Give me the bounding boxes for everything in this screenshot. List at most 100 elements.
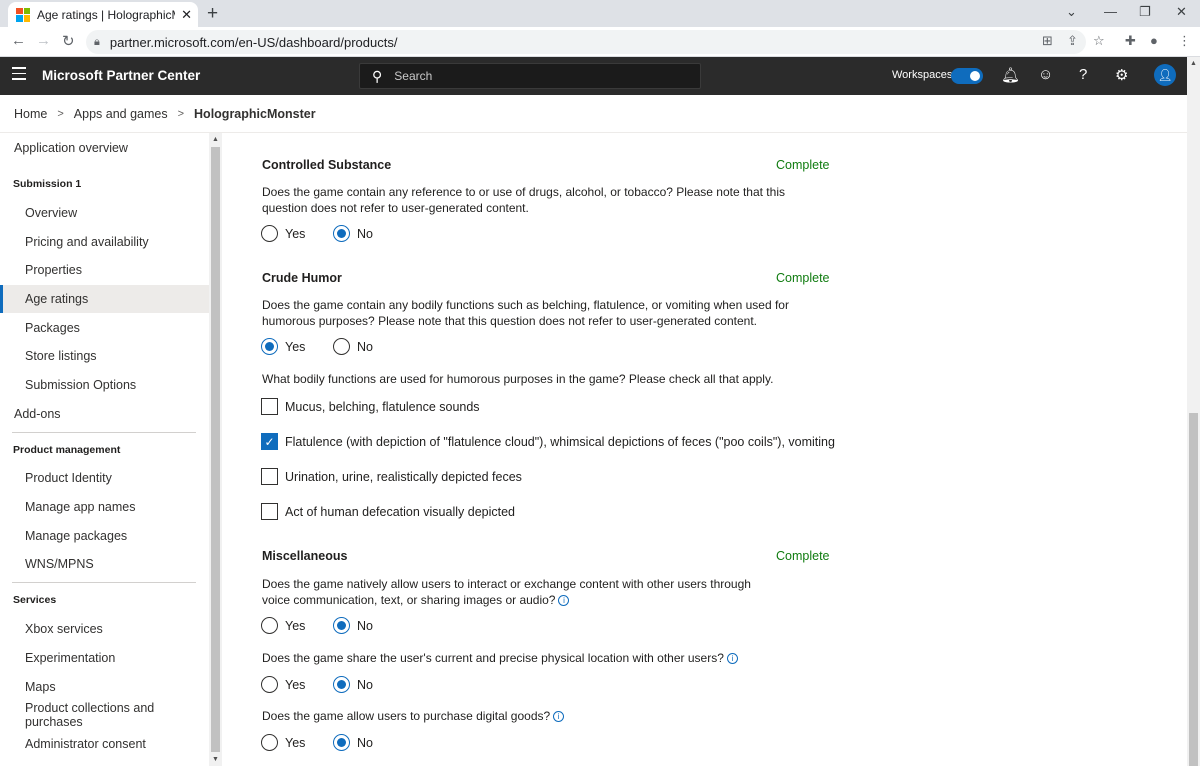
radio-circle[interactable] [261, 338, 278, 355]
checkbox-defecation[interactable]: Act of human defecation visually depicte… [261, 503, 515, 520]
chevron-right-icon: > [57, 107, 64, 120]
sidebar-item-experimentation[interactable]: Experimentation [0, 644, 209, 672]
radio-location-yes[interactable]: Yes [261, 676, 305, 693]
radio-circle[interactable] [333, 338, 350, 355]
radio-circle[interactable] [333, 734, 350, 751]
radio-controlled-yes[interactable]: Yes [261, 225, 305, 242]
sidebar-nav: Application overview Submission 1 Overvi… [0, 133, 209, 766]
checkbox-urination[interactable]: Urination, urine, realistically depicted… [261, 468, 522, 485]
radio-interaction-yes[interactable]: Yes [261, 617, 305, 634]
browser-tab[interactable]: Age ratings | HolographicMonster ✕ [8, 2, 198, 27]
breadcrumb-home[interactable]: Home [14, 107, 47, 121]
workspaces-toggle[interactable] [951, 68, 983, 84]
help-icon[interactable]: ? [1079, 66, 1087, 83]
radio-label: No [357, 339, 373, 354]
breadcrumb-apps-and-games[interactable]: Apps and games [74, 107, 168, 121]
info-icon[interactable]: i [726, 653, 738, 664]
sidebar-item-submission-options[interactable]: Submission Options [0, 371, 209, 399]
checkbox-label: Mucus, belching, flatulence sounds [285, 399, 480, 414]
lock-icon: 🔒︎ [94, 35, 100, 48]
sidebar-item-manage-app-names[interactable]: Manage app names [0, 493, 209, 521]
radio-controlled-no[interactable]: No [333, 225, 373, 242]
checkbox-flatulence-cloud[interactable]: ✓ Flatulence (with depiction of "flatulen… [261, 433, 835, 450]
notification-bell-icon[interactable]: 🔔︎ [1001, 66, 1020, 84]
url-field[interactable]: 🔒︎ partner.microsoft.com/en-US/dashboard… [86, 30, 1086, 54]
sidebar-item-application-overview[interactable]: Application overview [0, 134, 209, 162]
back-icon[interactable]: ← [11, 32, 26, 49]
forward-icon[interactable]: → [36, 32, 51, 49]
hamburger-menu-icon[interactable] [12, 67, 26, 84]
radio-interaction-no[interactable]: No [333, 617, 373, 634]
sidebar-divider [12, 432, 196, 433]
checkmark-icon[interactable]: ✓ [261, 433, 278, 450]
sidebar-scrollbar[interactable]: ▲ ▼ [209, 133, 222, 766]
radio-circle[interactable] [333, 617, 350, 634]
radio-circle[interactable] [261, 676, 278, 693]
page-scroll-thumb[interactable] [1189, 413, 1198, 766]
sidebar-item-xbox-services[interactable]: Xbox services [0, 615, 209, 643]
search-input[interactable] [394, 69, 675, 83]
sidebar-item-wns-mpns[interactable]: WNS/MPNS [0, 550, 209, 578]
radio-circle[interactable] [333, 676, 350, 693]
sidebar-item-packages[interactable]: Packages [0, 314, 209, 342]
sub-question-bodily-functions: What bodily functions are used for humor… [262, 372, 774, 386]
user-avatar-icon[interactable]: 👤︎ [1154, 64, 1176, 86]
radio-label: Yes [285, 618, 306, 633]
checkbox-box[interactable] [261, 468, 278, 485]
sidebar-item-product-identity[interactable]: Product Identity [0, 464, 209, 492]
translate-icon[interactable]: ⊞ [1042, 33, 1053, 49]
checkbox-box[interactable] [261, 503, 278, 520]
tab-search-icon[interactable]: ⌄ [1066, 4, 1077, 20]
checkbox-label: Act of human defecation visually depicte… [285, 504, 515, 519]
radio-crude-yes[interactable]: Yes [261, 338, 305, 355]
radio-circle[interactable] [261, 225, 278, 242]
scroll-up-icon[interactable]: ▲ [212, 136, 219, 143]
sidebar-item-administrator-consent[interactable]: Administrator consent [0, 730, 209, 758]
minimize-icon[interactable]: — [1104, 4, 1117, 19]
info-icon[interactable]: i [558, 594, 570, 606]
new-tab-button[interactable]: + [207, 3, 218, 25]
checkbox-box[interactable] [261, 398, 278, 415]
app-title[interactable]: Microsoft Partner Center [42, 68, 200, 83]
sidebar-item-pricing[interactable]: Pricing and availability [0, 228, 209, 256]
browser-menu-icon[interactable]: ⋮ [1178, 33, 1191, 49]
sidebar-item-product-collections[interactable]: Product collections and purchases [0, 701, 209, 729]
close-window-icon[interactable]: ✕ [1176, 4, 1187, 20]
profile-icon[interactable]: ● [1150, 33, 1158, 48]
bookmark-star-icon[interactable]: ☆ [1093, 33, 1105, 49]
sidebar-scroll-thumb[interactable] [211, 147, 220, 752]
scroll-down-icon[interactable]: ▼ [212, 756, 219, 763]
radio-location-no[interactable]: No [333, 676, 373, 693]
partner-center-header: Microsoft Partner Center ⚲ Workspaces 🔔︎… [0, 57, 1200, 95]
search-box[interactable]: ⚲ [359, 63, 701, 89]
section-title-miscellaneous: Miscellaneous [262, 549, 348, 563]
sidebar-item-store-listings[interactable]: Store listings [0, 342, 209, 370]
radio-circle[interactable] [261, 617, 278, 634]
sidebar-item-overview[interactable]: Overview [0, 199, 209, 227]
checkbox-mucus-belching[interactable]: Mucus, belching, flatulence sounds [261, 398, 480, 415]
settings-gear-icon[interactable]: ⚙ [1115, 66, 1128, 84]
sidebar-item-maps[interactable]: Maps [0, 673, 209, 701]
extensions-icon[interactable]: ✚ [1125, 33, 1136, 49]
breadcrumb: Home > Apps and games > HolographicMonst… [0, 95, 1200, 133]
radio-purchase-no[interactable]: No [333, 734, 373, 751]
search-icon: ⚲ [372, 67, 383, 84]
radio-circle[interactable] [261, 734, 278, 751]
reload-icon[interactable]: ↻ [62, 32, 75, 50]
scroll-up-icon[interactable]: ▲ [1190, 60, 1197, 67]
page-scrollbar[interactable]: ▲ [1187, 57, 1200, 766]
radio-label: No [357, 618, 373, 633]
restore-icon[interactable]: ❐ [1139, 4, 1151, 20]
close-tab-icon[interactable]: ✕ [181, 7, 192, 23]
radio-circle[interactable] [333, 225, 350, 242]
sidebar-item-age-ratings[interactable]: Age ratings [0, 285, 209, 313]
radio-purchase-yes[interactable]: Yes [261, 734, 305, 751]
radio-crude-no[interactable]: No [333, 338, 373, 355]
sidebar-item-properties[interactable]: Properties [0, 256, 209, 284]
question-text: Does the game natively allow users to in… [262, 577, 751, 607]
sidebar-item-add-ons[interactable]: Add-ons [0, 400, 209, 428]
sidebar-item-manage-packages[interactable]: Manage packages [0, 522, 209, 550]
feedback-smiley-icon[interactable]: ☺ [1038, 66, 1053, 83]
info-icon[interactable]: i [553, 711, 565, 722]
share-icon[interactable]: ⇪ [1067, 33, 1078, 49]
